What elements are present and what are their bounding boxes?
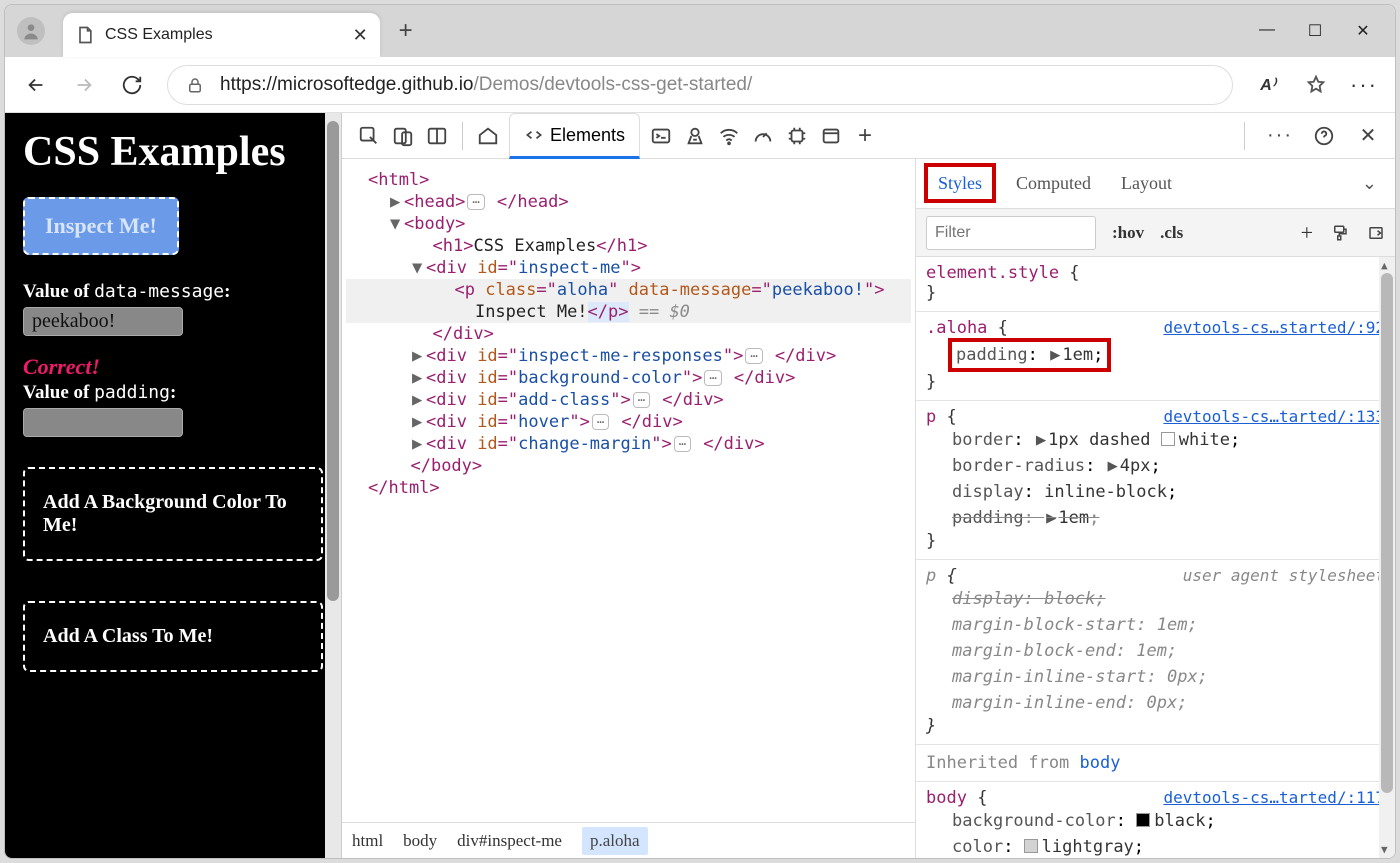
tab-styles[interactable]: Styles (934, 173, 986, 194)
rule-body[interactable]: body { devtools-cs…tarted/:117 backgroun… (916, 782, 1395, 858)
rule-element-style[interactable]: element.style { } (916, 257, 1395, 312)
new-tab-button[interactable]: + (386, 17, 426, 45)
page-icon (75, 25, 95, 45)
crumb-body[interactable]: body (403, 831, 437, 851)
value-data-message[interactable]: peekaboo! (23, 307, 183, 336)
reload-icon[interactable] (119, 72, 145, 98)
source-link[interactable]: devtools-cs…started/:92 (1163, 318, 1385, 337)
source-link[interactable]: devtools-cs…tarted/:133 (1163, 407, 1385, 426)
styles-filter-bar: :hov .cls + (916, 209, 1395, 257)
read-aloud-icon[interactable]: A⁾ (1255, 72, 1281, 98)
crumb-p[interactable]: p.aloha (582, 827, 648, 855)
close-devtools-icon[interactable]: ✕ (1351, 119, 1385, 153)
dock-icon[interactable] (420, 119, 454, 153)
devtools-panel: Elements + ··· ✕ (341, 113, 1395, 858)
maximize-icon[interactable]: ☐ (1305, 21, 1325, 41)
title-bar: CSS Examples ✕ + — ☐ ✕ (5, 5, 1395, 57)
tab-elements[interactable]: Elements (509, 113, 640, 159)
devtools-toolbar: Elements + ··· ✕ (342, 113, 1395, 159)
memory-icon[interactable] (780, 119, 814, 153)
browser-tab[interactable]: CSS Examples ✕ (63, 13, 380, 57)
minimize-icon[interactable]: — (1257, 21, 1277, 41)
help-icon[interactable] (1307, 119, 1341, 153)
inspect-icon[interactable] (352, 119, 386, 153)
page-scrollbar[interactable] (325, 113, 341, 858)
styles-filter-input[interactable] (926, 216, 1096, 250)
browser-window: CSS Examples ✕ + — ☐ ✕ https://microsoft… (4, 4, 1396, 859)
url-host: https://microsoftedge.github.io (220, 74, 473, 96)
box-background-color[interactable]: Add A Background Color To Me! (23, 467, 323, 561)
url-path: /Demos/devtools-css-get-started/ (473, 74, 752, 96)
value-padding[interactable] (23, 408, 183, 437)
pin-panel-icon[interactable] (1367, 224, 1385, 242)
favorite-icon[interactable] (1303, 72, 1329, 98)
styles-panel: Styles Computed Layout ⌄ :hov .cls + (915, 159, 1395, 858)
performance-icon[interactable] (746, 119, 780, 153)
chevron-down-icon[interactable]: ⌄ (1362, 173, 1377, 194)
profile-avatar[interactable] (17, 17, 45, 45)
application-icon[interactable] (814, 119, 848, 153)
lock-icon (186, 76, 204, 94)
back-icon[interactable] (23, 72, 49, 98)
paint-icon[interactable] (1331, 224, 1349, 242)
more-tabs-icon[interactable]: + (848, 119, 882, 153)
rule-p[interactable]: p { devtools-cs…tarted/:133 border: ▶1px… (916, 401, 1395, 560)
close-tab-icon[interactable]: ✕ (353, 25, 368, 46)
page-heading: CSS Examples (23, 127, 323, 177)
rule-aloha[interactable]: .aloha { devtools-cs…started/:92 padding… (916, 312, 1395, 401)
label-data-message: Value of data-message: (23, 281, 323, 303)
styles-tabs: Styles Computed Layout ⌄ (916, 159, 1395, 209)
rule-p-ua[interactable]: p { user agent stylesheet display: block… (916, 560, 1395, 745)
tab-layout[interactable]: Layout (1121, 173, 1172, 194)
tab-title: CSS Examples (105, 26, 213, 44)
rendered-page: CSS Examples Inspect Me! Value of data-m… (5, 113, 341, 858)
close-window-icon[interactable]: ✕ (1353, 21, 1373, 41)
cls-toggle[interactable]: .cls (1160, 223, 1183, 243)
dom-tree[interactable]: <html> ▶<head>⋯ </head> ▼<body> <h1>CSS … (342, 159, 915, 822)
tab-computed[interactable]: Computed (1016, 173, 1091, 194)
console-icon[interactable] (644, 119, 678, 153)
new-rule-icon[interactable]: + (1301, 220, 1313, 246)
welcome-icon[interactable] (471, 119, 505, 153)
inherited-from: Inherited from body (916, 745, 1395, 782)
crumb-html[interactable]: html (352, 831, 383, 851)
label-padding: Value of padding: (23, 382, 323, 404)
sources-icon[interactable] (678, 119, 712, 153)
style-rules[interactable]: element.style { } .aloha { devtools-cs…s… (916, 257, 1395, 858)
forward-icon (71, 72, 97, 98)
source-link[interactable]: devtools-cs…tarted/:117 (1163, 788, 1385, 807)
url-field[interactable]: https://microsoftedge.github.io/Demos/de… (167, 65, 1233, 105)
inspect-me-box[interactable]: Inspect Me! (23, 197, 179, 255)
device-icon[interactable] (386, 119, 420, 153)
box-add-class[interactable]: Add A Class To Me! (23, 601, 323, 672)
main-area: CSS Examples Inspect Me! Value of data-m… (5, 113, 1395, 858)
dom-panel: <html> ▶<head>⋯ </head> ▼<body> <h1>CSS … (342, 159, 915, 858)
crumb-div[interactable]: div#inspect-me (457, 831, 562, 851)
address-bar: https://microsoftedge.github.io/Demos/de… (5, 57, 1395, 113)
devtools-menu-icon[interactable]: ··· (1263, 119, 1297, 153)
network-icon[interactable] (712, 119, 746, 153)
menu-icon[interactable]: ··· (1351, 72, 1377, 98)
hov-toggle[interactable]: :hov (1112, 223, 1144, 243)
breadcrumbs[interactable]: html body div#inspect-me p.aloha (342, 822, 915, 858)
styles-scrollbar[interactable]: ▲ ▼ (1379, 257, 1395, 858)
correct-label: Correct! (23, 354, 323, 380)
